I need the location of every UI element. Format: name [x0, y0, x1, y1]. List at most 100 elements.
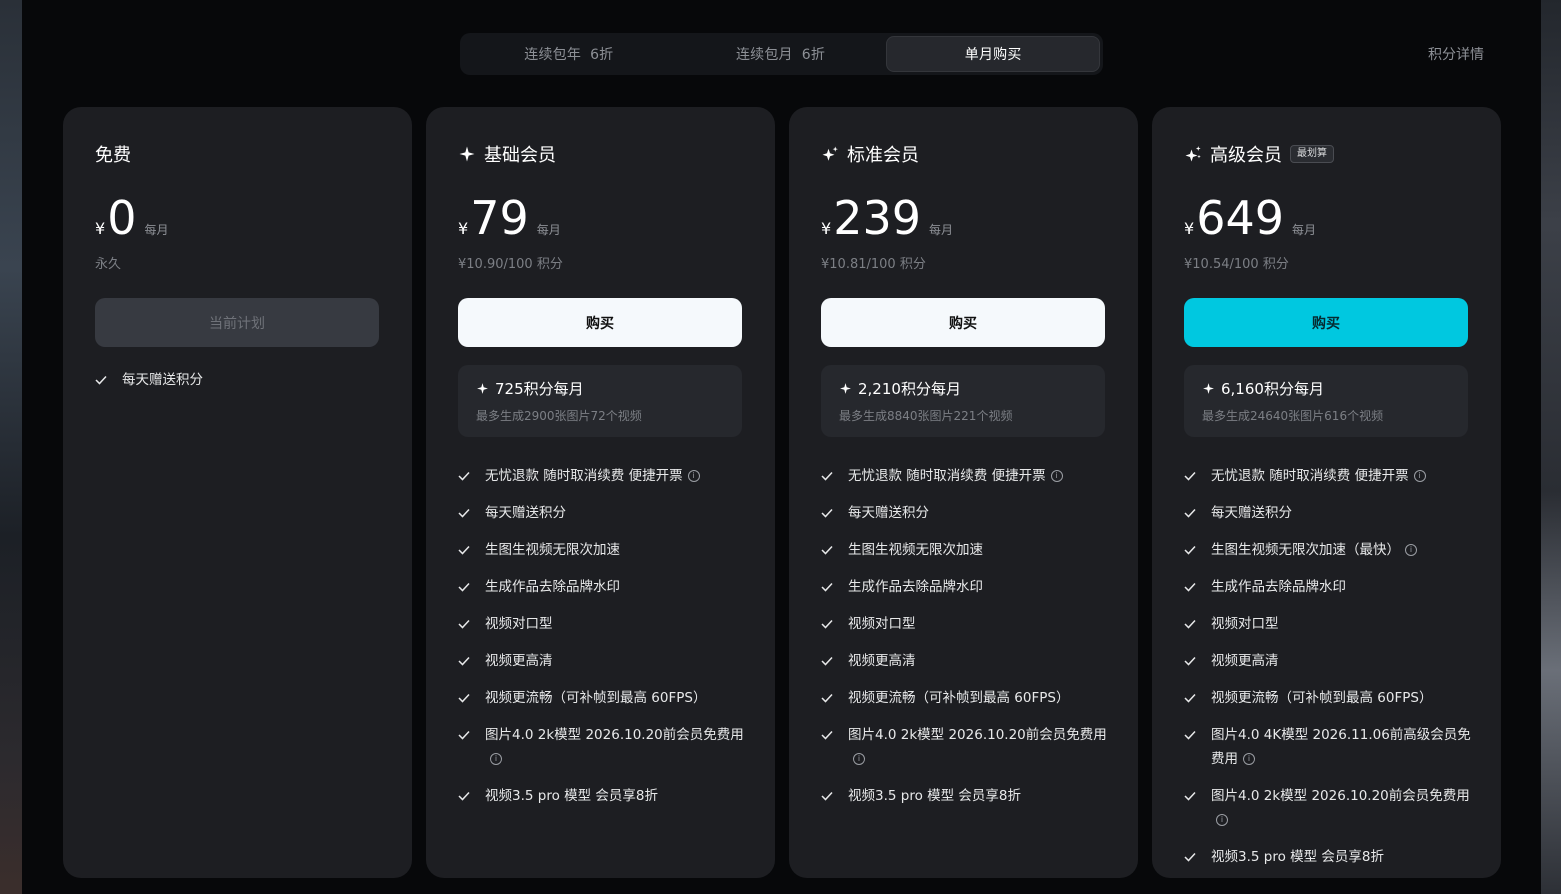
- credit-description: 最多生成8840张图片221个视频: [839, 409, 1013, 423]
- check-icon: [458, 784, 470, 808]
- feature-text: 视频更流畅（可补帧到最高 60FPS）: [1211, 686, 1484, 710]
- buy-button[interactable]: 购买: [821, 298, 1105, 347]
- credit-box: 725积分每月 最多生成2900张图片72个视频: [458, 365, 742, 437]
- feature-text: 每天赠送积分: [848, 501, 1121, 525]
- info-icon[interactable]: i: [490, 753, 502, 765]
- currency-symbol: ¥: [458, 219, 469, 238]
- tab-single-month[interactable]: 单月购买: [886, 36, 1101, 72]
- feature-label: 生图生视频无限次加速: [485, 542, 620, 558]
- plan-title: 免费: [95, 141, 131, 167]
- feature-label: 图片4.0 2k模型 2026.10.20前会员免费用: [1211, 788, 1470, 804]
- feature-label: 视频对口型: [485, 616, 553, 632]
- info-icon[interactable]: i: [1405, 544, 1417, 556]
- plan-subprice: ¥10.81/100 积分: [821, 257, 926, 272]
- feature-item: 生成作品去除品牌水印: [458, 575, 758, 599]
- info-icon[interactable]: i: [1216, 814, 1228, 826]
- feature-label: 视频对口型: [848, 616, 916, 632]
- feature-item: 视频更流畅（可补帧到最高 60FPS）: [1184, 686, 1484, 710]
- feature-text: 生成作品去除品牌水印: [848, 575, 1121, 599]
- credit-description: 最多生成24640张图片616个视频: [1202, 409, 1384, 423]
- plan-card-basic: 基础会员 ¥ 79 每月 ¥10.90/100 积分 购买 725积分每月 最多…: [426, 107, 775, 878]
- feature-item: 生图生视频无限次加速（最快） i: [1184, 538, 1484, 562]
- plan-title: 标准会员: [821, 141, 919, 167]
- feature-item: 视频对口型: [458, 612, 758, 636]
- check-icon: [1184, 784, 1196, 808]
- price-period: 每月: [536, 223, 561, 237]
- info-icon[interactable]: i: [687, 470, 700, 482]
- feature-text: 每天赠送积分: [1211, 501, 1484, 525]
- sparkle-icon: [840, 383, 851, 394]
- feature-label: 生成作品去除品牌水印: [485, 579, 620, 595]
- info-icon[interactable]: i: [1243, 753, 1255, 765]
- buy-button[interactable]: 购买: [458, 298, 742, 347]
- current-plan-button[interactable]: 当前计划: [95, 298, 379, 347]
- feature-label: 视频对口型: [1211, 616, 1279, 632]
- check-icon: [1184, 464, 1196, 488]
- check-icon: [1184, 723, 1196, 747]
- tab-yearly[interactable]: 连续包年 6折: [463, 36, 675, 72]
- tab-label: 单月购买: [964, 47, 1022, 63]
- feature-label: 无忧退款 随时取消续费 便捷开票: [1211, 468, 1409, 484]
- feature-text: 生成作品去除品牌水印: [485, 575, 758, 599]
- pricing-modal: 连续包年 6折 连续包月 6折 单月购买 积分详情 免费 ¥ 0 每月 永久 当…: [22, 0, 1541, 894]
- feature-item: 视频更流畅（可补帧到最高 60FPS）: [821, 686, 1121, 710]
- feature-item: 生成作品去除品牌水印: [821, 575, 1121, 599]
- plan-price: ¥ 0 每月: [95, 193, 168, 243]
- feature-text: 每天赠送积分: [122, 368, 395, 392]
- feature-item: 无忧退款 随时取消续费 便捷开票 i: [458, 464, 758, 488]
- feature-text: 无忧退款 随时取消续费 便捷开票 i: [848, 464, 1121, 488]
- currency-symbol: ¥: [1184, 219, 1195, 238]
- feature-item: 图片4.0 4K模型 2026.11.06前高级会员免费用 i: [1184, 723, 1484, 771]
- buy-button[interactable]: 购买: [1184, 298, 1468, 347]
- feature-text: 视频对口型: [1211, 612, 1484, 636]
- feature-item: 视频对口型: [1184, 612, 1484, 636]
- check-icon: [458, 612, 470, 636]
- check-icon: [821, 538, 833, 562]
- tab-monthly[interactable]: 连续包月 6折: [675, 36, 887, 72]
- billing-tabs: 连续包年 6折 连续包月 6折 单月购买: [460, 33, 1103, 75]
- info-icon[interactable]: i: [1050, 470, 1063, 482]
- feature-item: 视频对口型: [821, 612, 1121, 636]
- points-detail-link[interactable]: 积分详情: [1428, 44, 1484, 64]
- feature-text: 视频更高清: [848, 649, 1121, 673]
- feature-label: 视频更流畅（可补帧到最高 60FPS）: [1211, 690, 1433, 706]
- price-period: 每月: [929, 223, 954, 237]
- plan-price: ¥ 79 每月: [458, 193, 561, 243]
- feature-label: 每天赠送积分: [122, 372, 203, 388]
- feature-label: 每天赠送积分: [485, 505, 566, 521]
- feature-text: 视频更流畅（可补帧到最高 60FPS）: [485, 686, 758, 710]
- feature-item: 视频3.5 pro 模型 会员享8折: [458, 784, 758, 808]
- price-amount: 649: [1196, 191, 1284, 245]
- tab-label: 连续包月: [735, 47, 793, 63]
- price-amount: 79: [470, 191, 529, 245]
- feature-text: 无忧退款 随时取消续费 便捷开票 i: [485, 464, 758, 488]
- tab-label: 连续包年: [524, 47, 582, 63]
- feature-item: 无忧退款 随时取消续费 便捷开票 i: [821, 464, 1121, 488]
- price-period: 每月: [144, 223, 169, 237]
- feature-label: 图片4.0 2k模型 2026.10.20前会员免费用: [848, 727, 1107, 743]
- sparkle-icon: [1203, 383, 1214, 394]
- price-amount: 0: [107, 191, 137, 245]
- info-icon[interactable]: i: [853, 753, 865, 765]
- feature-label: 视频更高清: [485, 653, 553, 669]
- check-icon: [95, 368, 107, 392]
- check-icon: [458, 575, 470, 599]
- feature-text: 视频更流畅（可补帧到最高 60FPS）: [848, 686, 1121, 710]
- check-icon: [1184, 649, 1196, 673]
- feature-label: 每天赠送积分: [848, 505, 929, 521]
- plan-price: ¥ 649 每月: [1184, 193, 1316, 243]
- check-icon: [458, 649, 470, 673]
- feature-list: 无忧退款 随时取消续费 便捷开票 i 每天赠送积分生图生视频无限次加速 生成作品去除品…: [458, 464, 758, 821]
- sparkle-icon: [459, 146, 475, 162]
- feature-item: 生图生视频无限次加速: [821, 538, 1121, 562]
- feature-text: 生图生视频无限次加速（最快） i: [1211, 538, 1484, 562]
- tab-discount: 6折: [590, 47, 614, 63]
- check-icon: [821, 464, 833, 488]
- info-icon[interactable]: i: [1413, 470, 1426, 482]
- feature-item: 每天赠送积分: [458, 501, 758, 525]
- feature-item: 每天赠送积分: [821, 501, 1121, 525]
- feature-label: 视频更高清: [1211, 653, 1279, 669]
- feature-label: 图片4.0 2k模型 2026.10.20前会员免费用: [485, 727, 744, 743]
- feature-label: 生成作品去除品牌水印: [1211, 579, 1346, 595]
- feature-label: 无忧退款 随时取消续费 便捷开票: [848, 468, 1046, 484]
